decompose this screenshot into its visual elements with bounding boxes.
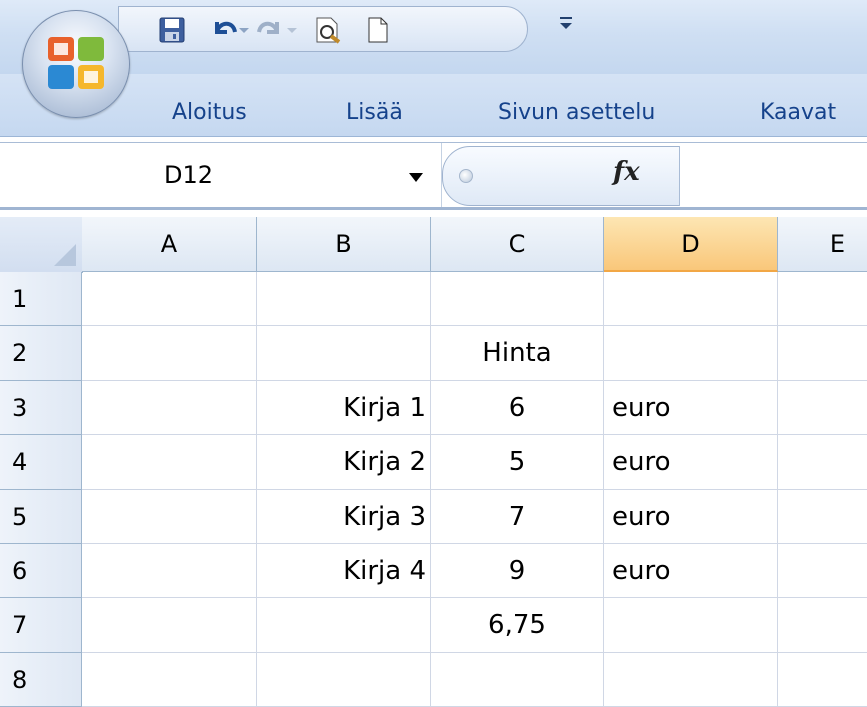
- tab-lisaa[interactable]: Lisää: [346, 100, 403, 125]
- cell-d1[interactable]: [604, 272, 778, 327]
- redo-dropdown-icon[interactable]: [285, 23, 299, 37]
- tab-aloitus[interactable]: Aloitus: [172, 100, 247, 125]
- cell-c5[interactable]: 7: [431, 489, 604, 544]
- office-button[interactable]: [22, 10, 130, 118]
- cell-d6[interactable]: euro: [604, 544, 778, 599]
- cell-e1[interactable]: [778, 272, 867, 327]
- title-bar: [0, 0, 867, 74]
- redo-icon[interactable]: [255, 16, 285, 44]
- cell-c6[interactable]: 9: [431, 544, 604, 599]
- name-box-dropdown-icon[interactable]: [408, 171, 424, 183]
- row-header-6[interactable]: 6: [0, 544, 82, 599]
- quick-access-toolbar: [118, 6, 528, 52]
- new-document-icon[interactable]: [363, 16, 393, 44]
- formula-bar-handle-icon[interactable]: [459, 169, 473, 183]
- cell-b2[interactable]: [257, 326, 431, 381]
- formula-bar: D12 fx: [0, 142, 867, 210]
- cell-a1[interactable]: [82, 272, 257, 327]
- cell-e5[interactable]: [778, 490, 867, 544]
- cell-b3[interactable]: Kirja 1: [257, 380, 431, 436]
- cell-c3[interactable]: 6: [431, 380, 604, 436]
- column-header-c[interactable]: C: [431, 217, 604, 272]
- cell-e4[interactable]: [778, 435, 867, 490]
- cell-b5[interactable]: Kirja 3: [257, 489, 431, 544]
- cell-a4[interactable]: [82, 435, 257, 490]
- undo-icon[interactable]: [209, 16, 239, 44]
- row-header-4[interactable]: 4: [0, 435, 82, 490]
- row-header-7[interactable]: 7: [0, 598, 82, 653]
- cell-c2[interactable]: Hinta: [431, 326, 604, 381]
- select-all-button[interactable]: [0, 217, 83, 273]
- print-preview-icon[interactable]: [313, 16, 343, 44]
- ribbon-tabs: Aloitus Lisää Sivun asettelu Kaavat: [0, 74, 867, 137]
- tab-sivun-asettelu[interactable]: Sivun asettelu: [498, 100, 655, 125]
- insert-function-icon[interactable]: fx: [613, 157, 640, 187]
- column-header-d[interactable]: D: [604, 217, 778, 272]
- cell-d4[interactable]: euro: [604, 435, 778, 490]
- row-header-3[interactable]: 3: [0, 380, 82, 436]
- undo-dropdown-icon[interactable]: [237, 23, 251, 37]
- select-all-triangle-icon: [54, 244, 76, 266]
- column-header-e[interactable]: E: [778, 217, 867, 272]
- cell-d2[interactable]: [604, 326, 778, 381]
- cell-c7[interactable]: 6,75: [431, 598, 604, 653]
- cell-d3[interactable]: euro: [604, 380, 778, 436]
- name-box-value: D12: [164, 161, 214, 189]
- tab-kaavat[interactable]: Kaavat: [760, 100, 836, 125]
- cell-b4[interactable]: Kirja 2: [257, 435, 431, 490]
- cell-d5[interactable]: euro: [604, 489, 778, 544]
- cell-e2[interactable]: [778, 326, 867, 381]
- row-header-2[interactable]: 2: [0, 326, 82, 381]
- cell-e3[interactable]: [778, 381, 867, 436]
- cell-a7[interactable]: [82, 598, 257, 653]
- cell-a3[interactable]: [82, 380, 257, 436]
- formula-input[interactable]: [679, 146, 867, 206]
- column-header-b[interactable]: B: [257, 217, 431, 272]
- worksheet-grid: A B C D E 1 2 Hinta 3 Kirja 1 6 euro 4 Kirja 2 5 euro 5 K…: [0, 217, 867, 707]
- column-header-a[interactable]: A: [82, 217, 257, 272]
- row-header-1[interactable]: 1: [0, 272, 82, 327]
- cell-b1[interactable]: [257, 272, 431, 327]
- cell-c1[interactable]: [431, 272, 604, 327]
- cell-e6[interactable]: [778, 544, 867, 599]
- save-icon[interactable]: [157, 16, 187, 44]
- cell-d7[interactable]: [604, 598, 778, 653]
- row-header-5[interactable]: 5: [0, 489, 82, 544]
- cell-b6[interactable]: Kirja 4: [257, 544, 431, 599]
- function-area: fx: [442, 146, 680, 206]
- cell-e7[interactable]: [778, 598, 867, 653]
- cell-c4[interactable]: 5: [431, 435, 604, 490]
- cell-a5[interactable]: [82, 489, 257, 544]
- cell-a2[interactable]: [82, 326, 257, 381]
- office-logo-icon: [48, 37, 104, 89]
- cell-a6[interactable]: [82, 544, 257, 599]
- cell-b7[interactable]: [257, 598, 431, 653]
- name-box[interactable]: D12: [0, 143, 442, 207]
- customize-toolbar-icon[interactable]: [556, 12, 576, 36]
